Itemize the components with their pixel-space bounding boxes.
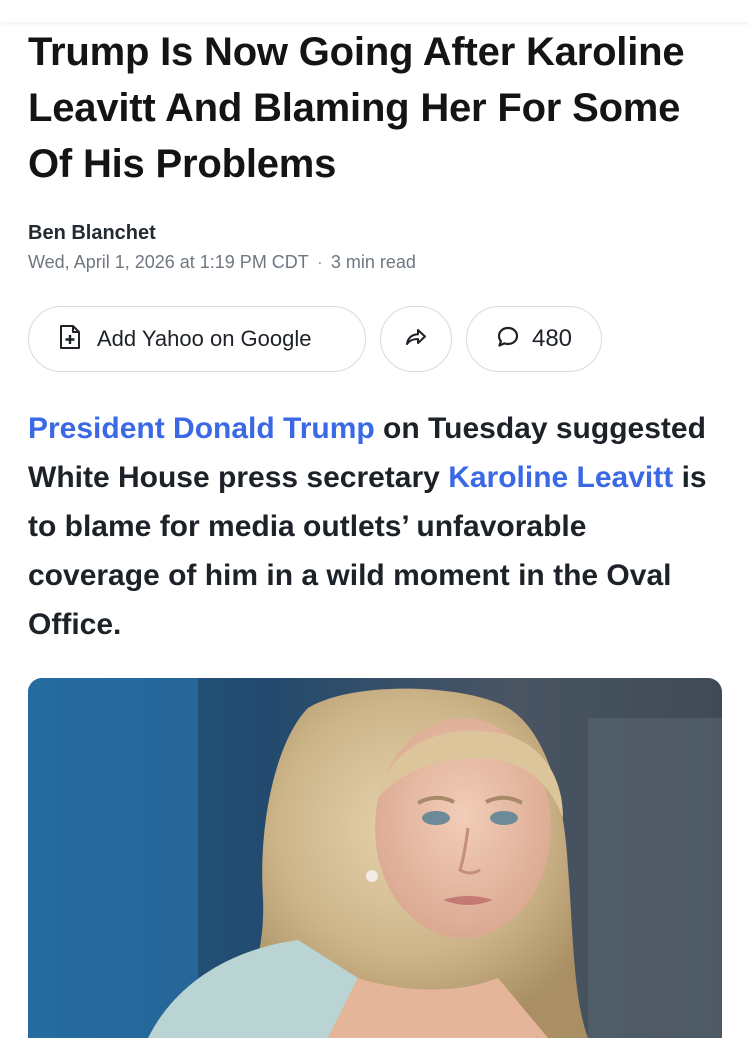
add-yahoo-on-google-button[interactable]: Add Yahoo on Google [28,306,366,372]
article-meta: Wed, April 1, 2026 at 1:19 PM CDT · 3 min … [28,250,722,274]
hero-photo-illustration [28,678,722,1038]
link-donald-trump[interactable]: President Donald Trump [28,412,375,445]
hero-photo[interactable] [28,678,722,1038]
article: Trump Is Now Going After Karoline Leavit… [28,24,722,679]
comment-count: 480 [531,325,573,352]
comment-bubble-icon [496,325,520,354]
add-yahoo-on-google-label: Add Yahoo on Google [97,326,312,351]
author-name[interactable]: Ben Blanchet [28,220,722,246]
meta-separator: · [316,252,323,272]
article-lede: President Donald Trump on Tuesday sugges… [28,404,722,649]
read-time: 3 min read [330,252,416,272]
share-button[interactable] [380,306,452,372]
link-karoline-leavitt[interactable]: Karoline Leavitt [448,461,673,494]
document-plus-icon [59,324,81,355]
byline: Ben Blanchet Wed, April 1, 2026 at 1:19 … [28,220,722,274]
top-bar [0,0,750,22]
publish-date: Wed, April 1, 2026 at 1:19 PM CDT [28,252,309,272]
share-arrow-icon [404,327,428,352]
article-headline: Trump Is Now Going After Karoline Leavit… [28,30,685,186]
comments-button[interactable]: 480 [466,306,602,372]
action-bar: Add Yahoo on Google 480 [28,306,722,372]
